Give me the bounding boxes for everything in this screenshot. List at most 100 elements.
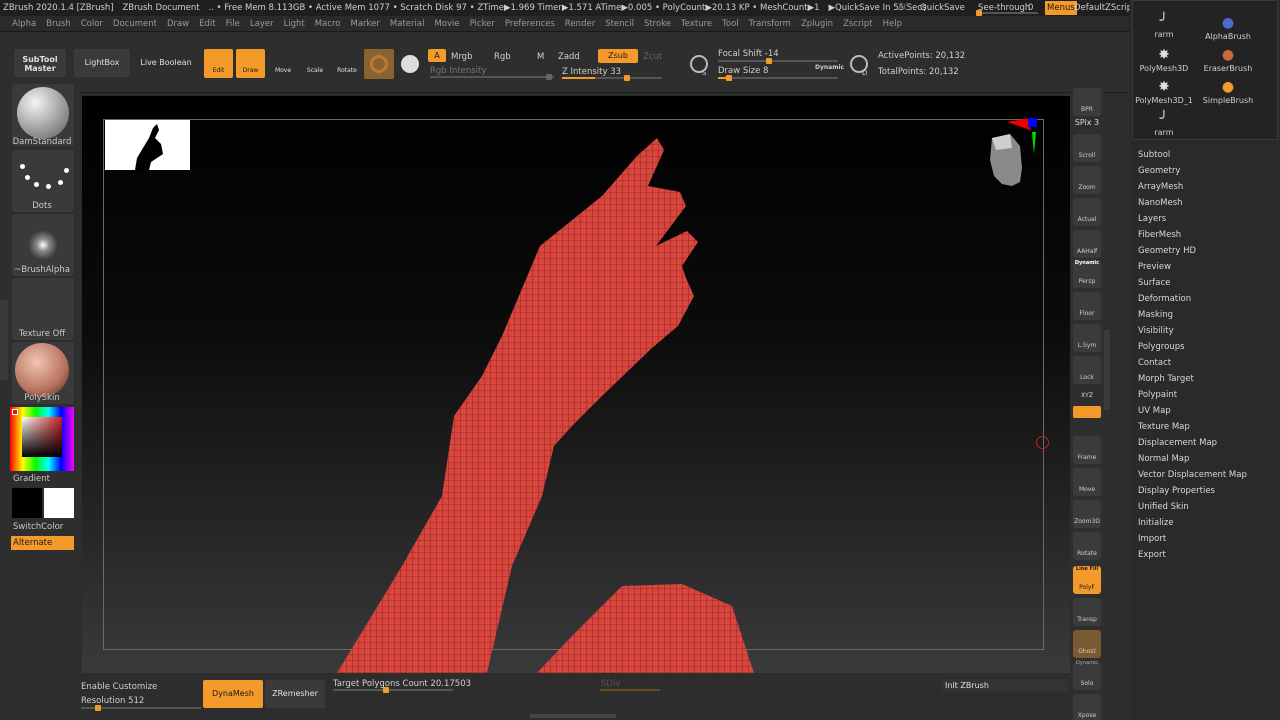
tool-menu-polygroups[interactable]: Polygroups [1138, 342, 1185, 352]
color-square[interactable] [22, 417, 62, 457]
quicksave-button[interactable]: QuickSave [920, 0, 965, 16]
left-tray-handle[interactable] [0, 300, 8, 380]
target-polygons-slider[interactable] [333, 687, 453, 693]
switch-color-button[interactable]: SwitchColor [13, 522, 89, 532]
menu-help[interactable]: Help [883, 16, 902, 32]
menu-material[interactable]: Material [390, 16, 425, 32]
menu-layer[interactable]: Layer [250, 16, 274, 32]
tool-polymesh3d-1[interactable]: ✸ PolyMesh3D_1 [1134, 78, 1194, 108]
right-tray-handle[interactable] [1104, 330, 1110, 410]
menu-preferences[interactable]: Preferences [505, 16, 555, 32]
material-brush-button[interactable] [364, 49, 394, 79]
shelf-zoom3d[interactable]: Zoom3D [1073, 500, 1101, 528]
menu-draw[interactable]: Draw [167, 16, 189, 32]
zremesher-button[interactable]: ZRemesher [265, 680, 325, 708]
tool-menu-texture-map[interactable]: Texture Map [1138, 422, 1190, 432]
menu-alpha[interactable]: Alpha [12, 16, 36, 32]
tool-menu-layers[interactable]: Layers [1138, 214, 1166, 224]
menu-edit[interactable]: Edit [199, 16, 215, 32]
menu-zplugin[interactable]: Zplugin [801, 16, 833, 32]
tool-menu-unified-skin[interactable]: Unified Skin [1138, 502, 1189, 512]
zadd-button[interactable]: Zadd [558, 52, 580, 62]
alternate-button[interactable]: Alternate [11, 536, 74, 550]
tool-simplebrush[interactable]: ● SimpleBrush [1198, 78, 1258, 108]
tool-alphabrush[interactable]: ● AlphaBrush [1198, 14, 1258, 44]
tool-menu-morph-target[interactable]: Morph Target [1138, 374, 1194, 384]
move-button[interactable]: Move [270, 49, 296, 78]
tool-menu-fibermesh[interactable]: FiberMesh [1138, 230, 1181, 240]
tool-menu-arraymesh[interactable]: ArrayMesh [1138, 182, 1183, 192]
ac-label[interactable]: AC [898, 0, 910, 16]
tool-menu-visibility[interactable]: Visibility [1138, 326, 1174, 336]
shelf-lock[interactable]: Lock [1073, 356, 1101, 384]
mrgb-button[interactable]: Mrgb [451, 52, 472, 62]
tool-menu-geometry-hd[interactable]: Geometry HD [1138, 246, 1196, 256]
menu-picker[interactable]: Picker [470, 16, 495, 32]
tool-menu-preview[interactable]: Preview [1138, 262, 1171, 272]
menu-texture[interactable]: Texture [681, 16, 712, 32]
canvas-viewport[interactable] [82, 96, 1070, 673]
edit-button[interactable]: Edit [204, 49, 233, 78]
shelf-zoom[interactable]: Zoom [1073, 166, 1101, 194]
shelf-rotate[interactable]: Rotate [1073, 532, 1101, 560]
shelf-actual[interactable]: Actual [1073, 198, 1101, 226]
rgb-button[interactable]: Rgb [494, 52, 511, 62]
shelf-scroll[interactable]: Scroll [1073, 134, 1101, 162]
shelf-l-sym[interactable]: L.Sym [1073, 324, 1101, 352]
tool-menu-display-properties[interactable]: Display Properties [1138, 486, 1215, 496]
menu-render[interactable]: Render [565, 16, 595, 32]
live-boolean-button[interactable]: Live Boolean [137, 49, 195, 77]
menu-tool[interactable]: Tool [722, 16, 739, 32]
init-zbrush-button[interactable]: Init ZBrush [942, 679, 1068, 692]
resolution-slider[interactable] [81, 705, 201, 711]
menu-brush[interactable]: Brush [46, 16, 71, 32]
zsub-button[interactable]: Zsub [598, 49, 638, 63]
shelf-transp[interactable]: Transp [1073, 598, 1101, 626]
zcut-button[interactable]: Zcut [643, 52, 662, 62]
menu-stencil[interactable]: Stencil [605, 16, 634, 32]
tool-menu-masking[interactable]: Masking [1138, 310, 1173, 320]
tool-menu-export[interactable]: Export [1138, 550, 1166, 560]
tool-menu-contact[interactable]: Contact [1138, 358, 1171, 368]
focal-shift-slider[interactable] [718, 58, 838, 64]
shelf-aahalf[interactable]: AAHalf [1073, 230, 1101, 258]
bottom-tray-handle[interactable] [530, 714, 616, 718]
shelf-ghost[interactable]: Ghost [1073, 630, 1101, 658]
scale-button[interactable]: Scale [302, 49, 328, 78]
gradient-label[interactable]: Gradient [13, 474, 89, 484]
tool-menu-surface[interactable]: Surface [1138, 278, 1170, 288]
z-intensity-slider[interactable] [562, 75, 662, 81]
tool-eraserbrush[interactable]: ● EraserBrush [1198, 46, 1258, 76]
default-zscript-button[interactable]: DefaultZScript [1074, 0, 1136, 16]
rgb-intensity-slider[interactable] [430, 74, 554, 80]
menu-zscript[interactable]: Zscript [843, 16, 873, 32]
shelf-move[interactable]: Move [1073, 468, 1101, 496]
rotate-button[interactable]: Rotate [334, 49, 360, 78]
menu-movie[interactable]: Movie [434, 16, 459, 32]
sdiv-slider[interactable] [600, 689, 660, 691]
tool-menu-deformation[interactable]: Deformation [1138, 294, 1191, 304]
tool-menu-uv-map[interactable]: UV Map [1138, 406, 1171, 416]
local-symmetry-toggle[interactable] [1073, 406, 1101, 418]
tool-menu-polypaint[interactable]: Polypaint [1138, 390, 1177, 400]
draw-button[interactable]: Draw [236, 49, 265, 78]
dynamesh-button[interactable]: DynaMesh [203, 680, 263, 708]
menu-light[interactable]: Light [284, 16, 305, 32]
subtool-master-button[interactable]: SubTool Master [14, 49, 66, 77]
tool-menu-normal-map[interactable]: Normal Map [1138, 454, 1189, 464]
color-picker[interactable] [10, 407, 74, 471]
shelf-xpose[interactable]: Xpose [1073, 694, 1101, 720]
tool-menu-initialize[interactable]: Initialize [1138, 518, 1174, 528]
tool-menu-vector-displacement-map[interactable]: Vector Displacement Map [1138, 470, 1247, 480]
tool-menu-geometry[interactable]: Geometry [1138, 166, 1180, 176]
tool-menu-displacement-map[interactable]: Displacement Map [1138, 438, 1217, 448]
see-through-slider[interactable] [976, 10, 1038, 16]
navigation-gizmo[interactable] [972, 118, 1047, 213]
menu-document[interactable]: Document [113, 16, 157, 32]
tool-rarm[interactable]: ╯ rarm [1134, 12, 1194, 42]
arm-mesh[interactable] [82, 96, 1070, 673]
menu-transform[interactable]: Transform [749, 16, 791, 32]
shelf-spix-3[interactable]: SPix 3 [1073, 118, 1101, 127]
menu-macro[interactable]: Macro [315, 16, 341, 32]
enable-customize-button[interactable]: Enable Customize [81, 682, 157, 692]
